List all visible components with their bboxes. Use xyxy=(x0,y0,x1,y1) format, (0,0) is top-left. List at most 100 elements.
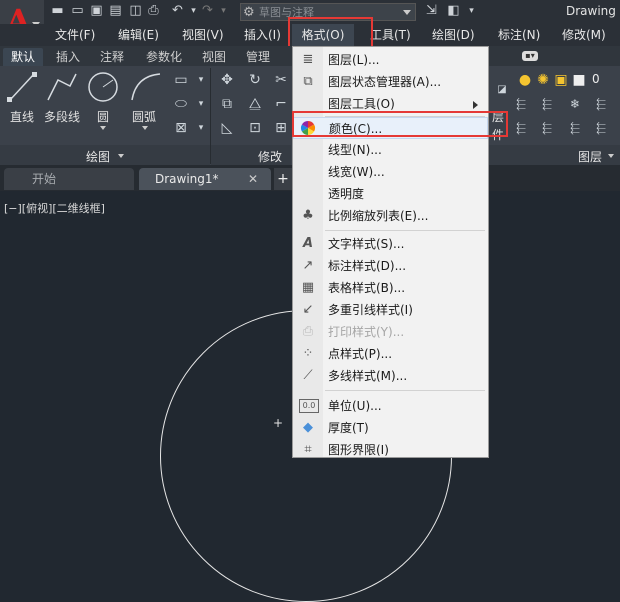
circle-tool-icon xyxy=(88,72,118,102)
color-swatch-icon[interactable]: ■ xyxy=(570,72,588,88)
menu-view[interactable]: 视图(V) xyxy=(182,24,224,46)
move-icon[interactable]: ✥ xyxy=(218,72,236,88)
menu-file[interactable]: 文件(F) xyxy=(55,24,95,46)
layer-off-icon[interactable]: ⬱ xyxy=(592,96,610,112)
save-icon[interactable]: ▣ xyxy=(89,4,104,18)
layer-copy-icon[interactable]: ⬱ xyxy=(538,120,556,136)
line-tool-label[interactable]: 直线 xyxy=(10,108,34,125)
redo-icon[interactable]: ↷ xyxy=(200,4,215,18)
layer-properties-icon[interactable]: ◪ xyxy=(496,82,508,98)
ribbon-toggle-icon[interactable]: ▪▾ xyxy=(522,51,538,61)
redo-dropdown-icon[interactable]: ▾ xyxy=(216,4,231,18)
viewport-controls-label[interactable]: [−][俯视][二维线框] xyxy=(4,200,105,216)
sun-icon[interactable]: ✺ xyxy=(534,72,552,88)
mirror-icon[interactable]: ⧋ xyxy=(246,96,264,112)
plot-style-icon: ⎙ xyxy=(302,324,314,339)
polyline-tool-icon xyxy=(47,73,77,101)
layer-match-icon[interactable]: ⬱ xyxy=(512,96,530,112)
chevron-down-icon[interactable] xyxy=(100,126,106,130)
chevron-down-icon[interactable] xyxy=(118,154,124,158)
mleader-style-icon: ↙ xyxy=(302,302,314,317)
export-icon[interactable]: ◫ xyxy=(128,4,143,18)
copy-icon[interactable]: ⧉ xyxy=(218,96,236,112)
menu-item-units[interactable]: 0.0 单位(U)... xyxy=(293,395,488,417)
menu-item-label: 图层状态管理器(A)... xyxy=(328,75,442,89)
layers-panel-title[interactable]: 图层 xyxy=(578,148,602,165)
add-tab-button[interactable]: + xyxy=(274,168,292,190)
tab-default[interactable]: 默认 xyxy=(3,48,43,66)
tab-manage[interactable]: 管理 xyxy=(246,48,270,66)
hatch-icon[interactable]: ⬭ xyxy=(172,96,190,112)
chevron-down-icon[interactable] xyxy=(142,126,148,130)
print-icon[interactable]: ⎙ xyxy=(146,4,161,18)
modify-panel-title[interactable]: 修改 xyxy=(258,148,282,165)
stretch-icon[interactable]: ◺ xyxy=(218,120,236,136)
layer-current-icon[interactable]: ⬱ xyxy=(512,120,530,136)
menu-item-text-style[interactable]: A 文字样式(S)... xyxy=(293,233,488,255)
undo-icon[interactable]: ↶ xyxy=(170,4,185,18)
region-dropdown-icon[interactable]: ▾ xyxy=(192,120,210,136)
arc-tool-label[interactable]: 圆弧 xyxy=(132,108,156,125)
menu-item-label: 厚度(T) xyxy=(328,421,369,435)
menu-item-drawing-limits[interactable]: ⌗ 图形界限(I) xyxy=(293,439,488,461)
bulb-icon[interactable]: ● xyxy=(516,72,534,88)
menu-draw[interactable]: 绘图(D) xyxy=(432,24,475,46)
customize-dropdown-icon[interactable]: ▾ xyxy=(464,4,479,18)
menu-item-multiline-style[interactable]: ⟋ 多线样式(M)... xyxy=(293,365,488,387)
menu-item-label: 点样式(P)... xyxy=(328,347,393,361)
new-file-icon[interactable]: ▬ xyxy=(50,4,65,18)
region-icon[interactable]: ⊠ xyxy=(172,120,190,136)
menu-item-dimension-style[interactable]: ↗ 标注样式(D)... xyxy=(293,255,488,277)
layer-freeze-icon[interactable]: ❄ xyxy=(566,96,584,112)
tab-view[interactable]: 视图 xyxy=(202,48,226,66)
layer-unlock-icon[interactable]: ⬱ xyxy=(592,120,610,136)
layer-lock-icon[interactable]: ⬱ xyxy=(566,120,584,136)
layer-isolate-icon[interactable]: ⬱ xyxy=(538,96,556,112)
menu-item-thickness[interactable]: ◆ 厚度(T) xyxy=(293,417,488,439)
trim-icon[interactable]: ✂ xyxy=(272,72,290,88)
fillet-icon[interactable]: ⌐ xyxy=(272,96,290,112)
chevron-down-icon[interactable] xyxy=(608,154,614,158)
tab-start[interactable]: 开始 xyxy=(4,168,134,190)
mline-style-icon: ⟋ xyxy=(303,368,313,383)
menu-item-label: 文字样式(S)... xyxy=(328,237,405,251)
publish-icon[interactable]: ◧ xyxy=(446,4,461,18)
menu-modify[interactable]: 修改(M) xyxy=(562,24,606,46)
menu-item-point-style[interactable]: ⁘ 点样式(P)... xyxy=(293,343,488,365)
close-icon[interactable]: ✕ xyxy=(246,168,260,190)
undo-dropdown-icon[interactable]: ▾ xyxy=(186,4,201,18)
current-layer-name[interactable]: 0 xyxy=(592,72,600,86)
lock-icon[interactable]: ▣ xyxy=(552,72,570,88)
menu-tools[interactable]: 工具(T) xyxy=(370,24,411,46)
menu-item-layer[interactable]: ≣ 图层(L)... xyxy=(293,49,488,71)
menu-item-scale-list[interactable]: ♣ 比例缩放列表(E)... xyxy=(293,205,488,227)
tab-parametric[interactable]: 参数化 xyxy=(146,48,182,66)
rectangle-icon[interactable]: ▭ xyxy=(172,72,190,88)
dim-style-icon: ↗ xyxy=(302,258,314,273)
menu-item-multileader-style[interactable]: ↙ 多重引线样式(I) xyxy=(293,299,488,321)
open-folder-icon[interactable]: ▭ xyxy=(70,4,85,18)
menu-insert[interactable]: 插入(I) xyxy=(244,24,281,46)
share-icon[interactable]: ⇲ xyxy=(424,4,439,18)
tab-insert[interactable]: 插入 xyxy=(56,48,80,66)
circle-tool-label[interactable]: 圆 xyxy=(97,108,109,125)
array-icon[interactable]: ⊞ xyxy=(272,120,290,136)
menu-edit[interactable]: 编辑(E) xyxy=(118,24,159,46)
polyline-tool-label[interactable]: 多段线 xyxy=(44,108,80,125)
draw-panel-title[interactable]: 绘图 xyxy=(86,148,110,165)
tab-annotate[interactable]: 注释 xyxy=(100,48,124,66)
thickness-icon: ◆ xyxy=(303,420,313,435)
rotate-icon[interactable]: ↻ xyxy=(246,72,264,88)
hatch-dropdown-icon[interactable]: ▾ xyxy=(192,96,210,112)
menu-item-linetype[interactable]: 线型(N)... xyxy=(293,139,488,161)
scale-icon[interactable]: ⊡ xyxy=(246,120,264,136)
text-style-icon: A xyxy=(302,236,314,251)
menu-item-table-style[interactable]: ▦ 表格样式(B)... xyxy=(293,277,488,299)
menu-item-layer-state-manager[interactable]: ⧉ 图层状态管理器(A)... xyxy=(293,71,488,93)
rectangle-dropdown-icon[interactable]: ▾ xyxy=(192,72,210,88)
menu-item-transparency[interactable]: 透明度 xyxy=(293,183,488,205)
menu-item-lineweight[interactable]: 线宽(W)... xyxy=(293,161,488,183)
menu-dimension[interactable]: 标注(N) xyxy=(498,24,540,46)
gear-icon: ⚙ xyxy=(243,5,255,20)
save-as-icon[interactable]: ▤ xyxy=(108,4,123,18)
